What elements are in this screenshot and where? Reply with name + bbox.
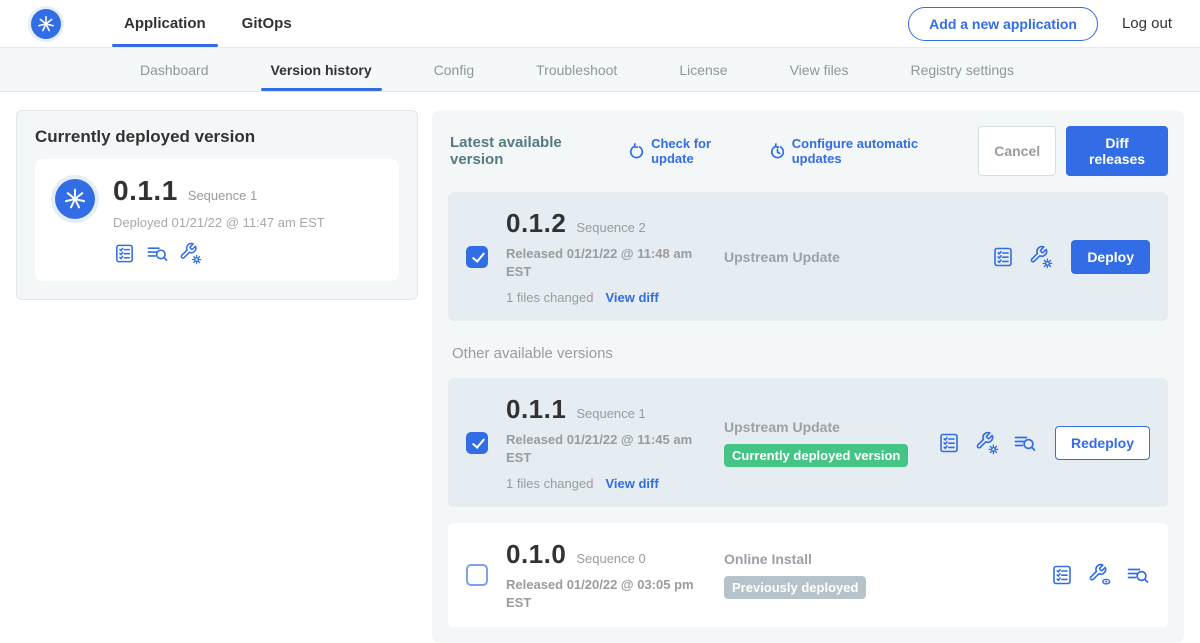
- tab-gitops[interactable]: GitOps: [224, 0, 310, 47]
- diff-releases-button[interactable]: Diff releases: [1066, 126, 1168, 176]
- released-timestamp: Released 01/21/22 @ 11:48 am EST: [506, 245, 702, 280]
- deploy-button[interactable]: Deploy: [1071, 240, 1150, 274]
- view-logs-icon[interactable]: [1126, 563, 1150, 587]
- version-actions: Redeploy: [937, 426, 1150, 460]
- version-meta: 0.1.0 Sequence 0 Released 01/20/22 @ 03:…: [506, 539, 718, 611]
- edit-config-icon[interactable]: [179, 242, 202, 265]
- version-number: 0.1.1: [506, 394, 566, 425]
- files-changed-label: 1 files changed: [506, 290, 593, 305]
- released-timestamp: Released 01/20/22 @ 03:05 pm EST: [506, 576, 702, 611]
- view-diff-link[interactable]: View diff: [605, 290, 658, 305]
- version-source-col: Upstream Update: [718, 249, 991, 265]
- version-checkbox[interactable]: [466, 246, 488, 268]
- main-content: Currently deployed version 0.1.1 Sequenc…: [0, 92, 1200, 643]
- sequence-label: Sequence 1: [576, 406, 645, 421]
- version-source-label: Upstream Update: [724, 419, 937, 435]
- subnav-tab-view-files[interactable]: View files: [780, 48, 859, 91]
- subnav-tab-troubleshoot[interactable]: Troubleshoot: [526, 48, 627, 91]
- view-diff-link[interactable]: View diff: [605, 476, 658, 491]
- version-actions: [1050, 563, 1150, 587]
- version-source-col: Upstream Update Currently deployed versi…: [718, 419, 937, 467]
- configure-auto-updates-link[interactable]: Configure automatic updates: [769, 136, 958, 166]
- deployed-version-info: 0.1.1 Sequence 1 Deployed 01/21/22 @ 11:…: [113, 175, 325, 265]
- tab-application[interactable]: Application: [106, 0, 224, 47]
- app-icon-ring: [51, 175, 99, 223]
- kubernetes-logo-icon: [31, 9, 61, 39]
- subnav-tab-license[interactable]: License: [669, 48, 737, 91]
- version-checkbox[interactable]: [466, 564, 488, 586]
- kubernetes-app-icon: [55, 179, 95, 219]
- configure-auto-updates-label: Configure automatic updates: [792, 136, 958, 166]
- add-application-button[interactable]: Add a new application: [908, 7, 1098, 41]
- version-meta: 0.1.2 Sequence 2 Released 01/21/22 @ 11:…: [506, 208, 718, 305]
- edit-config-icon[interactable]: [975, 431, 999, 455]
- version-number: 0.1.0: [506, 539, 566, 570]
- version-history-panel: Latest available version Check for updat…: [432, 110, 1184, 643]
- app-logo[interactable]: [28, 6, 64, 42]
- view-logs-icon[interactable]: [146, 242, 169, 265]
- release-notes-icon[interactable]: [991, 245, 1015, 269]
- version-actions: Deploy: [991, 240, 1150, 274]
- files-changed-label: 1 files changed: [506, 476, 593, 491]
- deployed-version-number: 0.1.1: [113, 175, 178, 207]
- auto-update-clock-icon: [769, 142, 786, 159]
- latest-version-title: Latest available version: [450, 134, 608, 168]
- version-source-label: Online Install: [724, 551, 1050, 567]
- check-for-update-link[interactable]: Check for update: [628, 136, 749, 166]
- version-source-col: Online Install Previously deployed: [718, 551, 1050, 599]
- version-row-0-1-2: 0.1.2 Sequence 2 Released 01/21/22 @ 11:…: [448, 192, 1168, 321]
- kots-admin-console: Application GitOps Add a new application…: [0, 0, 1200, 643]
- top-nav-tabs: Application GitOps: [106, 0, 310, 47]
- header-actions: Cancel Diff releases: [978, 126, 1168, 176]
- check-for-update-label: Check for update: [651, 136, 749, 166]
- subnav-tab-registry-settings[interactable]: Registry settings: [900, 48, 1023, 91]
- subnav-tab-dashboard[interactable]: Dashboard: [130, 48, 219, 91]
- sequence-label: Sequence 0: [576, 551, 645, 566]
- deployed-version-card: 0.1.1 Sequence 1 Deployed 01/21/22 @ 11:…: [35, 159, 399, 281]
- edit-config-icon[interactable]: [1029, 245, 1053, 269]
- currently-deployed-badge: Currently deployed version: [724, 444, 908, 467]
- top-nav: Application GitOps Add a new application…: [0, 0, 1200, 48]
- top-nav-right: Add a new application Log out: [908, 0, 1172, 47]
- subnav-tab-version-history[interactable]: Version history: [261, 48, 382, 91]
- version-row-0-1-0: 0.1.0 Sequence 0 Released 01/20/22 @ 03:…: [448, 523, 1168, 627]
- view-logs-icon[interactable]: [1013, 431, 1037, 455]
- other-versions-title: Other available versions: [452, 345, 1168, 362]
- refresh-icon: [628, 142, 645, 159]
- version-number: 0.1.2: [506, 208, 566, 239]
- version-checkbox[interactable]: [466, 432, 488, 454]
- tab-gitops-label: GitOps: [242, 15, 292, 32]
- redeploy-button[interactable]: Redeploy: [1055, 426, 1150, 460]
- deployed-sequence-label: Sequence 1: [188, 188, 257, 203]
- released-timestamp: Released 01/21/22 @ 11:45 am EST: [506, 431, 702, 466]
- tab-application-label: Application: [124, 15, 206, 32]
- version-source-label: Upstream Update: [724, 249, 991, 265]
- release-notes-icon[interactable]: [1050, 563, 1074, 587]
- release-notes-icon[interactable]: [113, 242, 136, 265]
- subnav-tab-config[interactable]: Config: [424, 48, 484, 91]
- deployed-timestamp: Deployed 01/21/22 @ 11:47 am EST: [113, 215, 325, 230]
- sequence-label: Sequence 2: [576, 220, 645, 235]
- app-sub-nav: Dashboard Version history Config Trouble…: [0, 48, 1200, 92]
- view-config-icon[interactable]: [1088, 563, 1112, 587]
- previously-deployed-badge: Previously deployed: [724, 576, 866, 599]
- logout-button[interactable]: Log out: [1122, 15, 1172, 32]
- currently-deployed-card: Currently deployed version 0.1.1 Sequenc…: [16, 110, 418, 300]
- release-notes-icon[interactable]: [937, 431, 961, 455]
- version-meta: 0.1.1 Sequence 1 Released 01/21/22 @ 11:…: [506, 394, 718, 491]
- version-row-0-1-1: 0.1.1 Sequence 1 Released 01/21/22 @ 11:…: [448, 378, 1168, 507]
- cancel-button[interactable]: Cancel: [978, 126, 1056, 176]
- currently-deployed-title: Currently deployed version: [35, 127, 399, 147]
- latest-version-header: Latest available version Check for updat…: [448, 126, 1168, 176]
